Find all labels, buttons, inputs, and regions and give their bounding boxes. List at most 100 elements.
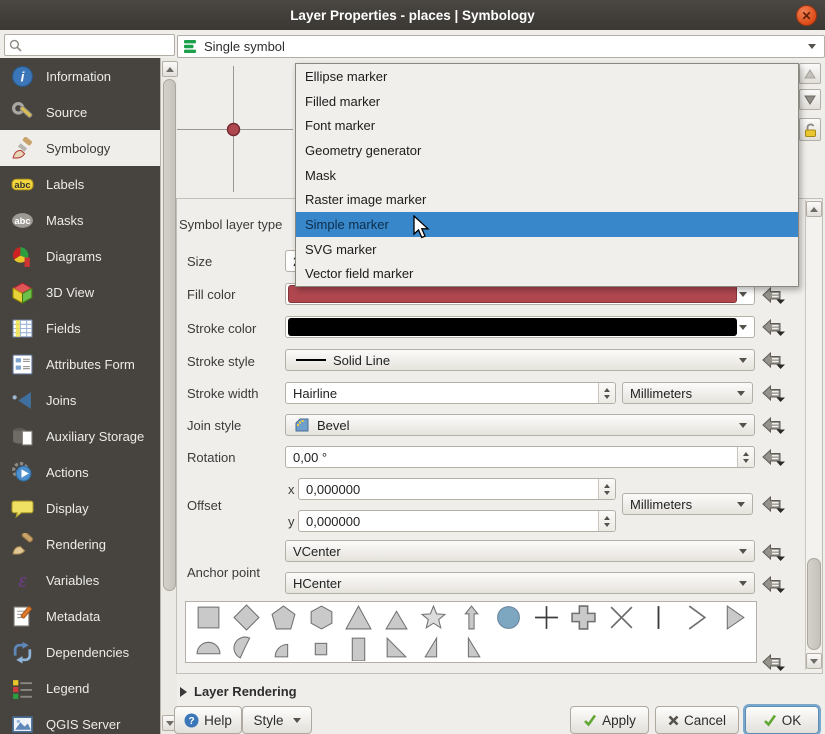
sidebar-item-display[interactable]: Display	[0, 490, 160, 526]
shape-data-defined-override-button[interactable]	[761, 652, 787, 672]
anchor-vertical-data-defined-override-button[interactable]	[761, 542, 787, 562]
sidebar-scroll-thumb[interactable]	[163, 79, 176, 591]
shape-star[interactable]	[415, 602, 453, 632]
shape-diamond[interactable]	[228, 602, 266, 632]
lock-color-button[interactable]	[799, 118, 821, 141]
rotation-data-defined-override-button[interactable]	[761, 447, 787, 467]
offset-y-spinbox[interactable]: 0,000000	[298, 510, 616, 532]
style-button[interactable]: Style	[242, 706, 312, 734]
rotation-spinbox[interactable]: 0,00 °	[285, 446, 755, 468]
apply-button[interactable]: Apply	[570, 706, 649, 734]
sidebar-item-variables[interactable]: εVariables	[0, 562, 160, 598]
stroke-color-data-defined-override-button[interactable]	[761, 317, 787, 337]
shape-arrowhead[interactable]	[678, 602, 716, 632]
sidebar-item-source[interactable]: Source	[0, 94, 160, 130]
dropdown-item-filled-marker[interactable]: Filled marker	[296, 89, 798, 114]
main-scroll-down[interactable]	[806, 653, 822, 669]
rotation-spin-buttons[interactable]	[737, 447, 754, 467]
sidebar-item-metadata[interactable]: Metadata	[0, 598, 160, 634]
titlebar[interactable]: Layer Properties - places | Symbology ✕	[0, 0, 825, 31]
offset-y-spin-buttons[interactable]	[598, 511, 615, 531]
stroke-width-spin-buttons[interactable]	[598, 383, 615, 403]
offset-x-spinbox[interactable]: 0,000000	[298, 478, 616, 500]
main-scroll-thumb[interactable]	[807, 558, 821, 650]
stroke-style-data-defined-override-button[interactable]	[761, 350, 787, 370]
sidebar-item-actions[interactable]: Actions	[0, 454, 160, 490]
ok-button[interactable]: OK	[745, 706, 819, 734]
dropdown-item-svg-marker[interactable]: SVG marker	[296, 237, 798, 262]
sidebar-scrollbar[interactable]	[160, 58, 177, 734]
shape-diagonal-half-square[interactable]	[378, 632, 416, 662]
shape-cross[interactable]	[528, 602, 566, 632]
shape-line[interactable]	[640, 602, 678, 632]
shape-quarter-circle[interactable]	[265, 632, 303, 662]
renderer-combobox[interactable]: Single symbol	[177, 35, 825, 58]
move-symbol-layer-down-button[interactable]	[799, 89, 821, 110]
main-scrollbar[interactable]	[805, 200, 821, 670]
dropdown-item-ellipse-marker[interactable]: Ellipse marker	[296, 64, 798, 89]
sidebar-item-dependencies[interactable]: Dependencies	[0, 634, 160, 670]
join-style-combobox[interactable]: Bevel	[285, 414, 755, 436]
shape-half-square[interactable]	[340, 632, 378, 662]
shape-right-half-triangle[interactable]	[415, 632, 453, 662]
sidebar-item-3d-view[interactable]: 3D View	[0, 274, 160, 310]
dropdown-item-font-marker[interactable]: Font marker	[296, 113, 798, 138]
dropdown-item-mask[interactable]: Mask	[296, 163, 798, 188]
sidebar-item-masks[interactable]: abcMasks	[0, 202, 160, 238]
sidebar-item-qgis-server[interactable]: QGIS Server	[0, 706, 160, 734]
stroke-width-data-defined-override-button[interactable]	[761, 383, 787, 403]
sidebar-item-joins[interactable]: Joins	[0, 382, 160, 418]
shape-hexagon[interactable]	[303, 602, 341, 632]
sidebar-item-diagrams[interactable]: Diagrams	[0, 238, 160, 274]
offset-unit-combobox[interactable]: Millimeters	[622, 493, 753, 515]
shape-third-circle[interactable]	[228, 632, 266, 662]
offset-data-defined-override-button[interactable]	[761, 494, 787, 514]
dropdown-item-geometry-generator[interactable]: Geometry generator	[296, 138, 798, 163]
search-input[interactable]	[4, 34, 175, 56]
stroke-style-combobox[interactable]: Solid Line	[285, 349, 755, 371]
dropdown-item-vector-field-marker[interactable]: Vector field marker	[296, 261, 798, 286]
fill-color-data-defined-override-button[interactable]	[761, 285, 787, 305]
sidebar-item-information[interactable]: iInformation	[0, 58, 160, 94]
shape-square[interactable]	[190, 602, 228, 632]
stroke-width-spinbox[interactable]: Hairline	[285, 382, 616, 404]
shape-quarter-square[interactable]	[303, 632, 341, 662]
sidebar-item-auxiliary-storage[interactable]: Auxiliary Storage	[0, 418, 160, 454]
qgis-server-icon	[11, 713, 34, 734]
sidebar-item-fields[interactable]: Fields	[0, 310, 160, 346]
anchor-vertical-combobox[interactable]: VCenter	[285, 540, 755, 562]
sidebar-item-rendering[interactable]: Rendering	[0, 526, 160, 562]
help-button[interactable]: ? Help	[174, 706, 242, 734]
fill-color-dropdown-arrow[interactable]	[739, 292, 747, 297]
close-button[interactable]: ✕	[796, 5, 817, 26]
sidebar-item-legend[interactable]: Legend	[0, 670, 160, 706]
anchor-horizontal-combobox[interactable]: HCenter	[285, 572, 755, 594]
stroke-color-button[interactable]	[285, 316, 755, 338]
dropdown-item-simple-marker[interactable]: Simple marker	[296, 212, 798, 237]
shape-triangle[interactable]	[340, 602, 378, 632]
shape-cross-fill[interactable]	[565, 602, 603, 632]
shape-pentagon[interactable]	[265, 602, 303, 632]
shape-filled-arrowhead[interactable]	[715, 602, 753, 632]
stroke-width-unit-combobox[interactable]: Millimeters	[622, 382, 753, 404]
anchor-horizontal-data-defined-override-button[interactable]	[761, 574, 787, 594]
offset-x-spin-buttons[interactable]	[598, 479, 615, 499]
shape-arrow[interactable]	[453, 602, 491, 632]
join-style-data-defined-override-button[interactable]	[761, 415, 787, 435]
move-symbol-layer-up-button[interactable]	[799, 63, 821, 84]
shape-cross2[interactable]	[603, 602, 641, 632]
sidebar-item-attributes-form[interactable]: Attributes Form	[0, 346, 160, 382]
cancel-button[interactable]: Cancel	[655, 706, 739, 734]
sidebar-item-labels[interactable]: abcLabels	[0, 166, 160, 202]
main-scroll-up[interactable]	[806, 201, 822, 217]
shape-semi-circle[interactable]	[190, 632, 228, 662]
layer-rendering-section[interactable]: Layer Rendering	[180, 684, 297, 699]
stroke-color-dropdown-arrow[interactable]	[739, 325, 747, 330]
shape-left-half-triangle[interactable]	[453, 632, 491, 662]
shape-circle-selected[interactable]	[490, 602, 528, 632]
sidebar-scroll-up[interactable]	[162, 61, 178, 77]
stroke-color-swatch	[288, 318, 737, 336]
dropdown-item-raster-image-marker[interactable]: Raster image marker	[296, 187, 798, 212]
shape-equilateral-triangle[interactable]	[378, 602, 416, 632]
sidebar-item-symbology[interactable]: Symbology	[0, 130, 160, 166]
